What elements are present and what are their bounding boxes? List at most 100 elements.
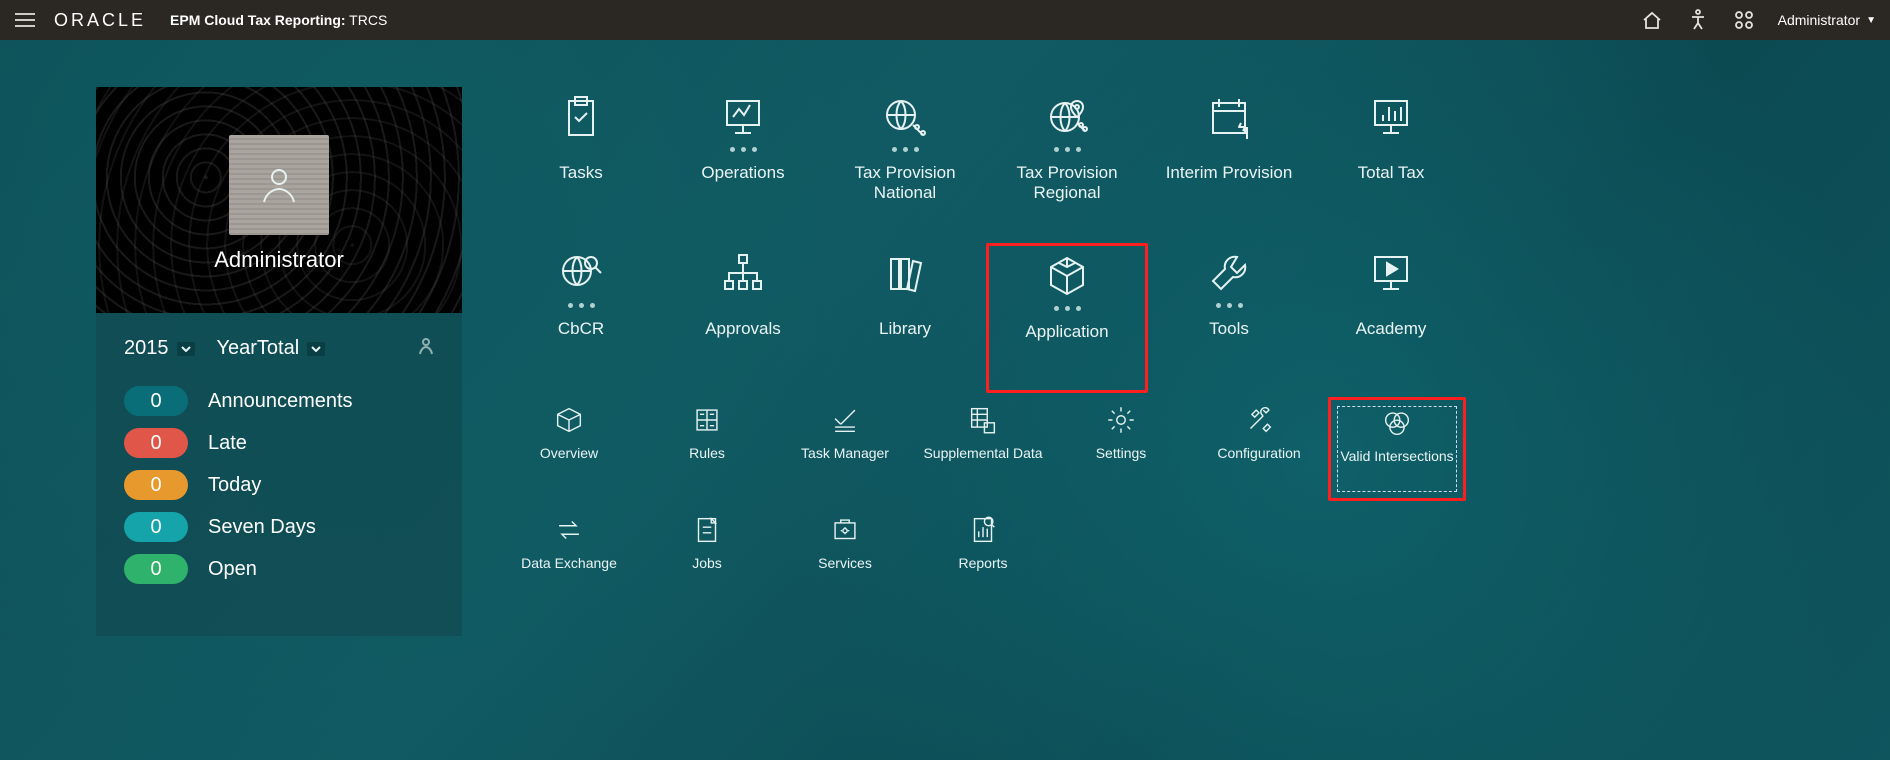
tools-icon [1237, 403, 1281, 437]
subitem-label: Jobs [692, 555, 722, 571]
subitem-label: Rules [689, 445, 725, 461]
stat-row[interactable]: 0 Open [124, 554, 434, 584]
globe-mag-icon [549, 249, 613, 297]
person-icon[interactable] [418, 337, 434, 360]
hamburger-menu-icon[interactable] [14, 12, 36, 28]
user-menu[interactable]: Administrator ▼ [1778, 12, 1876, 28]
stat-row[interactable]: 0 Today [124, 470, 434, 500]
cluster-total-tax[interactable]: Total Tax [1310, 87, 1472, 237]
subitem-label: Overview [540, 445, 598, 461]
avatar [229, 135, 329, 235]
nav-area: Tasks Operations Tax ProvisionNational Tax … [462, 87, 1472, 636]
dots-icon [568, 303, 595, 309]
cluster-label: Tax ProvisionNational [854, 163, 955, 202]
books-icon [873, 249, 937, 297]
cluster-label: CbCR [558, 319, 604, 339]
app-title-main: EPM Cloud Tax Reporting: [170, 12, 346, 28]
subitem-supplemental-data[interactable]: Supplemental Data [914, 397, 1052, 501]
cube-icon [1035, 252, 1099, 300]
cluster-label: Application [1025, 322, 1108, 342]
stat-count: 0 [150, 558, 161, 581]
stat-row[interactable]: 0Announcements [124, 386, 434, 416]
accessibility-icon[interactable] [1686, 9, 1710, 31]
cluster-grid: Tasks Operations Tax ProvisionNational Tax … [500, 87, 1472, 393]
stat-row[interactable]: 0 Seven Days [124, 512, 434, 542]
services-icon [823, 513, 867, 547]
globe-pct-icon [873, 93, 937, 141]
app-header: ORACLE EPM Cloud Tax Reporting: TRCS Adm… [0, 0, 1890, 40]
stat-count: 0 [150, 474, 161, 497]
gear-icon [1099, 403, 1143, 437]
stat-pill: 0 [124, 554, 188, 584]
cluster-application[interactable]: Application [986, 243, 1148, 393]
play-icon [1359, 249, 1423, 297]
apps-icon[interactable] [1732, 10, 1756, 30]
subitem-data-exchange[interactable]: Data Exchange [500, 507, 638, 611]
dots-icon [1216, 303, 1243, 309]
cluster-tax-provision-national[interactable]: Tax ProvisionNational [824, 87, 986, 237]
cluster-cbcr[interactable]: CbCR [500, 243, 662, 393]
oracle-logo: ORACLE [54, 10, 146, 31]
venn-icon [1375, 406, 1419, 440]
stat-pill: 0 [124, 470, 188, 500]
stat-label: Open [208, 558, 257, 581]
stat-label: Today [208, 474, 261, 497]
summary-panel: 2015 YearTotal 0Announcements0Late0Today… [96, 313, 462, 636]
year-value: 2015 [124, 337, 169, 360]
check-icon [823, 403, 867, 437]
user-menu-label: Administrator [1778, 12, 1860, 28]
subitem-task-manager[interactable]: Task Manager [776, 397, 914, 501]
stat-pill: 0 [124, 512, 188, 542]
subitem-label: Reports [958, 555, 1007, 571]
left-column: Administrator 2015 YearTotal 0Announceme… [96, 87, 462, 636]
subitem-label: Supplemental Data [923, 445, 1042, 461]
main-area: Administrator 2015 YearTotal 0Announceme… [0, 40, 1890, 636]
calendar-s-icon [1197, 93, 1261, 141]
dots-icon [1054, 306, 1081, 312]
chevron-down-icon [307, 342, 325, 356]
app-title-sub: TRCS [346, 12, 388, 28]
stat-label: Late [208, 432, 247, 455]
cluster-operations[interactable]: Operations [662, 87, 824, 237]
stat-row[interactable]: 0 Late [124, 428, 434, 458]
subitem-configuration[interactable]: Configuration [1190, 397, 1328, 501]
subitem-services[interactable]: Services [776, 507, 914, 611]
cluster-academy[interactable]: Academy [1310, 243, 1472, 393]
dots-icon [892, 147, 919, 153]
period-selector[interactable]: YearTotal [217, 337, 326, 360]
grid-icon [685, 403, 729, 437]
globe-pin-icon [1035, 93, 1099, 141]
cluster-tasks[interactable]: Tasks [500, 87, 662, 237]
subitem-rules[interactable]: Rules [638, 397, 776, 501]
subitem-label: Settings [1096, 445, 1147, 461]
cluster-tax-provision-regional[interactable]: Tax ProvisionRegional [986, 87, 1148, 237]
report-icon [961, 513, 1005, 547]
year-selector[interactable]: 2015 [124, 337, 195, 360]
cluster-approvals[interactable]: Approvals [662, 243, 824, 393]
stat-label: Seven Days [208, 516, 316, 539]
subitem-overview[interactable]: Overview [500, 397, 638, 501]
cluster-tools[interactable]: Tools [1148, 243, 1310, 393]
subitem-valid-intersections[interactable]: Valid Intersections [1328, 397, 1466, 501]
stat-count: 0 [150, 516, 161, 539]
cluster-label: Total Tax [1358, 163, 1425, 183]
cluster-library[interactable]: Library [824, 243, 986, 393]
exchange-icon [547, 513, 591, 547]
jobs-icon [685, 513, 729, 547]
cluster-label: Operations [701, 163, 784, 183]
cluster-label: Library [879, 319, 931, 339]
cluster-label: Tax ProvisionRegional [1016, 163, 1117, 202]
cluster-label: Tasks [559, 163, 602, 183]
subitem-jobs[interactable]: Jobs [638, 507, 776, 611]
subitem-label: Task Manager [801, 445, 889, 461]
stat-count: 0 [150, 432, 161, 455]
subitem-settings[interactable]: Settings [1052, 397, 1190, 501]
stat-pill: 0 [124, 386, 188, 416]
cluster-label: Tools [1209, 319, 1249, 339]
subitem-label: Valid Intersections [1340, 448, 1453, 464]
home-icon[interactable] [1640, 10, 1664, 30]
subitem-reports[interactable]: Reports [914, 507, 1052, 611]
cluster-label: Interim Provision [1166, 163, 1293, 183]
cluster-interim-provision[interactable]: Interim Provision [1148, 87, 1310, 237]
clipboard-icon [549, 93, 613, 141]
